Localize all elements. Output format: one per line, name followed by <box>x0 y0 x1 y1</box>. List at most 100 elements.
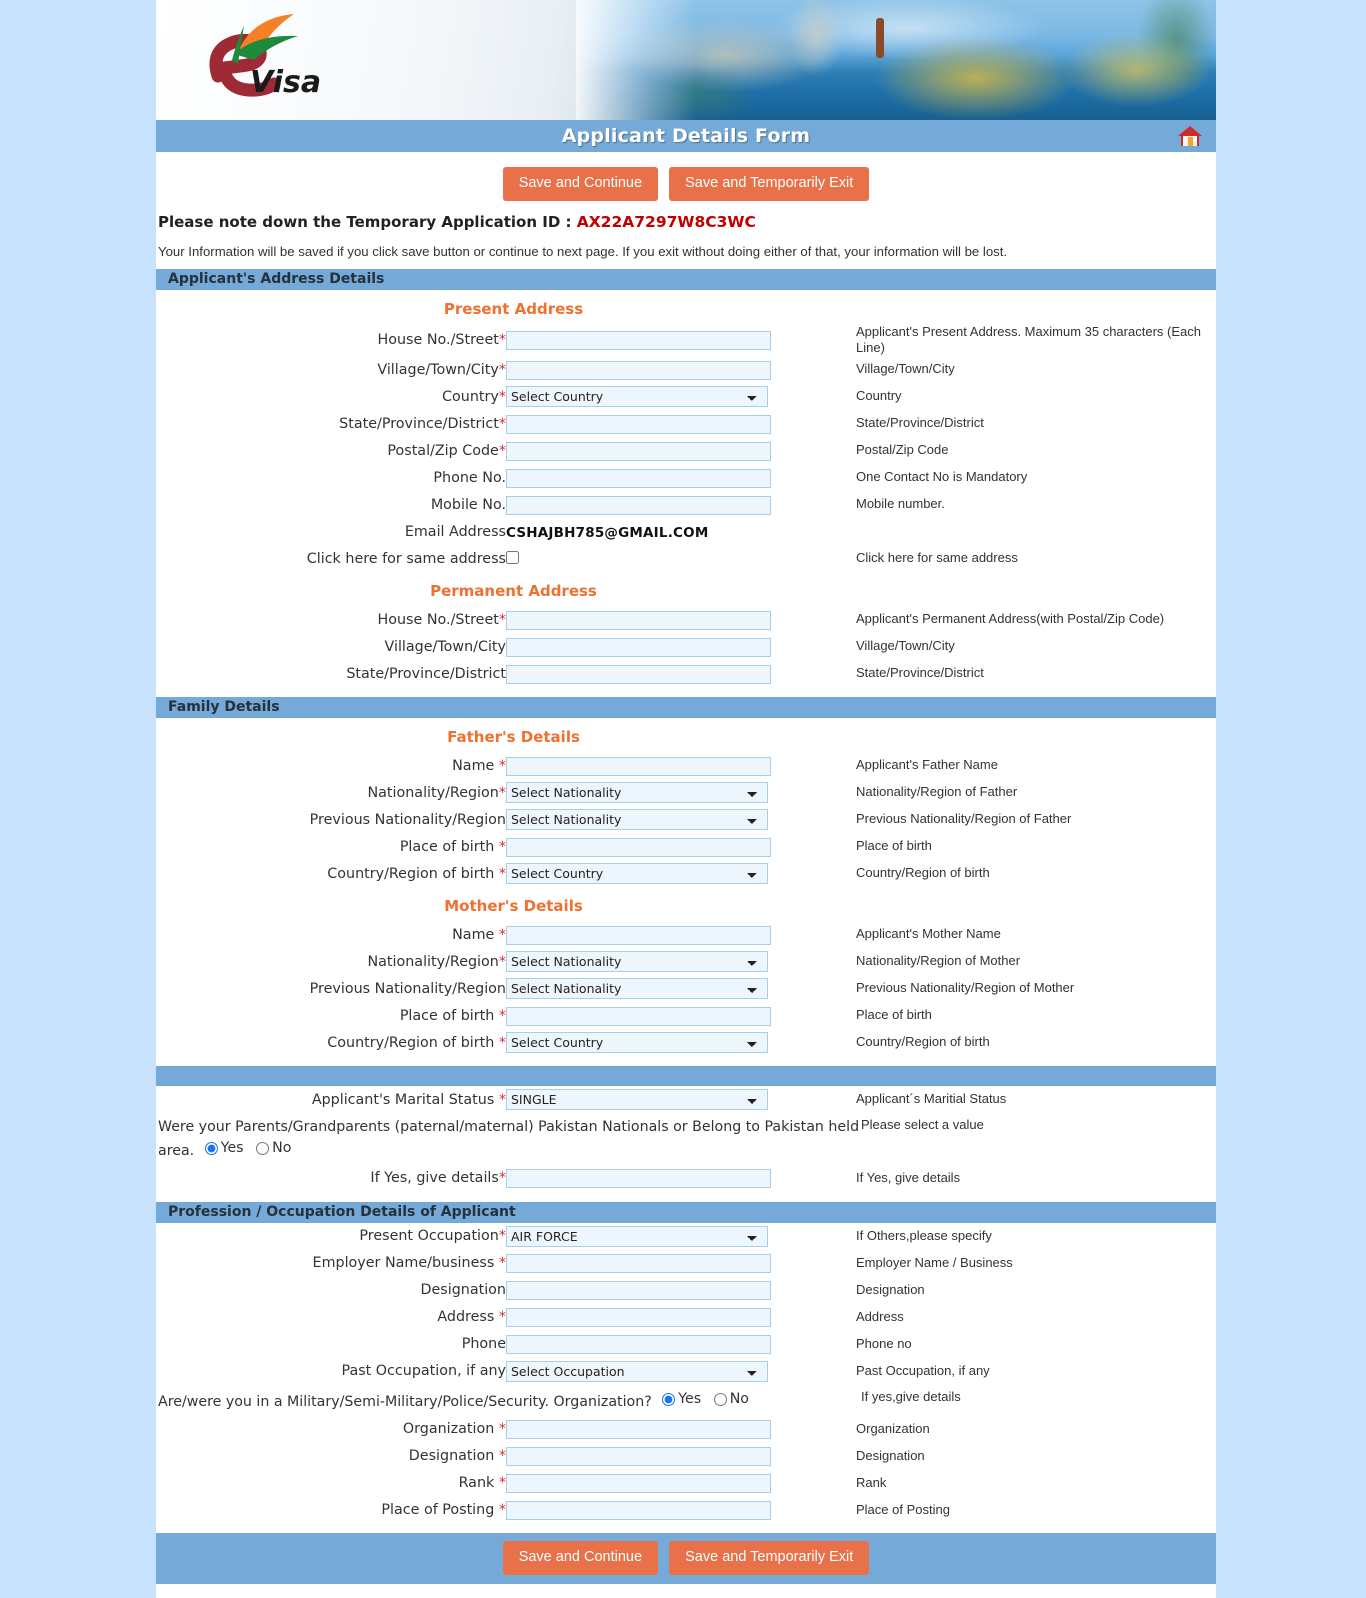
field-hint: Nationality/Region of Mother <box>856 953 1021 969</box>
field-required-marker: * <box>498 1474 506 1491</box>
field-hint: Designation <box>856 1282 925 1298</box>
field-text-input[interactable] <box>506 1308 771 1328</box>
field-text-input[interactable] <box>506 360 771 380</box>
table-row: Designation * Designation <box>156 1442 1209 1469</box>
field-select[interactable]: Select Nationality <box>506 951 768 972</box>
field-label-cell: Organization * <box>156 1415 506 1442</box>
field-text-input[interactable] <box>506 664 771 684</box>
field-text-input[interactable] <box>506 637 771 657</box>
table-row: Nationality/Region* Select Nationality Nat… <box>156 948 1209 975</box>
pakistan-details-input[interactable] <box>506 1169 771 1189</box>
marital-status-label: Applicant's Marital Status <box>311 1091 499 1108</box>
field-hint: Click here for same address <box>856 550 1018 566</box>
field-text-input[interactable] <box>506 1281 771 1301</box>
field-text-input[interactable] <box>506 1335 771 1355</box>
table-row: Phone No. One Contact No is Mandatory <box>156 464 1209 491</box>
field-hint <box>856 518 1209 545</box>
field-text-input[interactable] <box>506 495 771 515</box>
field-text-input[interactable] <box>506 1006 771 1026</box>
field-hint: Employer Name / Business <box>856 1255 1013 1271</box>
field-label: Nationality/Region <box>367 784 499 801</box>
field-label: Organization <box>402 1420 499 1437</box>
field-text-input[interactable] <box>506 837 771 857</box>
pakistan-question-cell: Were your Parents/Grandparents (paternal… <box>156 1113 861 1165</box>
pakistan-details-required: * <box>498 1170 506 1187</box>
present-address-heading: Present Address <box>443 299 584 318</box>
field-label-cell: Place of Posting * <box>156 1496 506 1523</box>
field-label: Address <box>437 1309 499 1326</box>
table-row-pakistan-question: Were your Parents/Grandparents (paternal… <box>156 1113 1209 1165</box>
field-text-input[interactable] <box>506 1419 771 1439</box>
field-hint: State/Province/District <box>856 665 984 681</box>
table-row: Village/Town/City* Village/Town/City <box>156 356 1209 383</box>
field-text-input[interactable] <box>506 1473 771 1493</box>
field-text-input[interactable] <box>506 441 771 461</box>
field-hint: Applicant's Father Name <box>856 757 998 773</box>
pakistan-no-option[interactable]: No <box>256 1138 291 1159</box>
field-required-marker: * <box>498 331 506 348</box>
table-row: Present Occupation* AIR FORCE If Others,pl… <box>156 1223 1209 1250</box>
field-input-cell <box>506 1331 856 1358</box>
field-text-input[interactable] <box>506 925 771 945</box>
field-label-cell: Rank * <box>156 1469 506 1496</box>
marital-status-select[interactable]: SINGLE <box>506 1089 768 1110</box>
field-label: Email Address <box>404 523 506 540</box>
field-select[interactable]: Select Nationality <box>506 978 768 999</box>
military-yes-option[interactable]: Yes <box>662 1389 701 1410</box>
field-text-input[interactable] <box>506 756 771 776</box>
field-select[interactable]: Select Occupation <box>506 1360 768 1382</box>
field-select[interactable]: Select Country <box>506 1032 768 1053</box>
field-label: Name <box>452 926 499 943</box>
same-address-checkbox[interactable] <box>506 551 519 564</box>
boatman-figure <box>876 18 884 58</box>
military-no-option[interactable]: No <box>713 1389 749 1410</box>
save-and-temporarily-exit-button-bottom[interactable]: Save and Temporarily Exit <box>669 1541 870 1575</box>
pakistan-no-radio[interactable] <box>256 1142 270 1156</box>
field-select[interactable]: Select Country <box>506 386 768 407</box>
field-select[interactable]: Select Nationality <box>506 782 768 803</box>
field-input-cell <box>506 833 856 860</box>
field-hint: Country/Region of birth <box>856 865 990 881</box>
table-row: Mobile No. Mobile number. <box>156 491 1209 518</box>
military-yes-radio[interactable] <box>662 1392 676 1406</box>
field-label: Past Occupation, if any <box>341 1363 506 1380</box>
field-hint: Previous Nationality/Region of Father <box>856 811 1072 827</box>
field-required-marker: * <box>498 784 506 801</box>
field-required-marker: * <box>498 361 506 378</box>
field-select[interactable]: Select Nationality <box>506 809 768 830</box>
field-text-input[interactable] <box>506 468 771 488</box>
field-text-input[interactable] <box>506 610 771 630</box>
pakistan-yes-radio[interactable] <box>204 1142 218 1156</box>
permanent-address-rows: House No./Street* Applicant's Permanent A… <box>156 606 1209 687</box>
save-and-continue-button-top[interactable]: Save and Continue <box>502 167 659 201</box>
field-text-input[interactable] <box>506 1254 771 1274</box>
pakistan-yes-option[interactable]: Yes <box>204 1138 244 1159</box>
field-text-input[interactable] <box>506 1446 771 1466</box>
military-details-table: Organization * Organization Designation * D… <box>156 1415 1209 1523</box>
field-hint: One Contact No is Mandatory <box>856 469 1028 485</box>
field-input-cell: Select Occupation <box>506 1358 856 1385</box>
evisa-logo[interactable]: Visa <box>190 8 320 113</box>
present-address-rows: House No./Street* Applicant's Present Add… <box>156 324 1209 573</box>
save-and-continue-button-bottom[interactable]: Save and Continue <box>502 1541 659 1575</box>
field-label: Phone <box>461 1336 506 1353</box>
field-select[interactable]: Select Country <box>506 863 768 884</box>
table-row: Nationality/Region* Select Nationality Nat… <box>156 779 1209 806</box>
home-icon[interactable] <box>1176 123 1204 149</box>
field-text-input[interactable] <box>506 414 771 434</box>
field-input-cell <box>506 1496 856 1523</box>
field-hint: Phone no <box>856 1336 912 1352</box>
table-row: State/Province/District* State/Province/D… <box>156 410 1209 437</box>
field-text-input[interactable] <box>506 330 771 350</box>
page-title: Applicant Details Form <box>561 125 811 147</box>
military-no-radio[interactable] <box>713 1392 727 1406</box>
field-input-cell <box>506 324 856 357</box>
field-required-marker: * <box>498 1501 506 1518</box>
field-label: Employer Name/business <box>312 1255 499 1272</box>
field-input-cell <box>506 437 856 464</box>
table-row: Country/Region of birth * Select Country C… <box>156 860 1209 887</box>
save-and-temporarily-exit-button-top[interactable]: Save and Temporarily Exit <box>669 167 870 201</box>
field-select[interactable]: AIR FORCE <box>506 1225 768 1247</box>
field-label: Country/Region of birth <box>327 865 499 882</box>
pakistan-question-row: Were your Parents/Grandparents (paternal… <box>156 1113 861 1165</box>
